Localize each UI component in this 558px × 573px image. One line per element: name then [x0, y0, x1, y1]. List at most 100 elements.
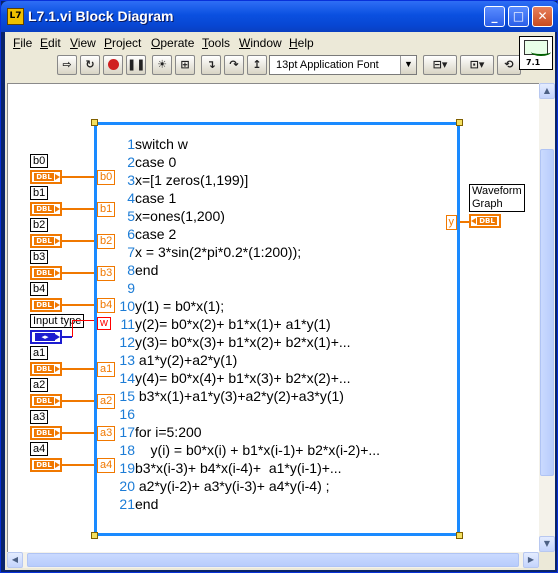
vertical-scrollbar[interactable]: ▲ ▼ [539, 83, 555, 552]
resize-handle[interactable] [91, 119, 98, 126]
pause-icon[interactable]: ❚❚ [126, 55, 146, 75]
menu-bar: File Edit View Project Operate Tools Win… [5, 33, 515, 53]
input-terminal-b0[interactable]: b0 [97, 170, 116, 185]
run-arrow-icon[interactable]: ⇨ [57, 55, 77, 75]
control-label-b0[interactable]: b0 [30, 154, 49, 168]
control-label-b1[interactable]: b1 [30, 186, 49, 200]
horizontal-scrollbar[interactable]: ◀ ▶ [7, 552, 539, 568]
control-input-type[interactable]: ◂▸ [30, 330, 62, 344]
code-line: 7x = 3*sin(2*pi*0.2*(1:200)); [127, 244, 302, 260]
wire[interactable] [62, 272, 94, 274]
control-label-a4[interactable]: a4 [30, 442, 49, 456]
block-diagram-canvas[interactable]: b0 DBL b1 DBL b2 DBL b3 DBL b4 DBL Input… [7, 83, 539, 552]
wire[interactable] [62, 464, 94, 466]
wire[interactable] [72, 320, 73, 337]
control-a1[interactable]: DBL [30, 362, 62, 376]
control-label-b2[interactable]: b2 [30, 218, 49, 232]
input-terminal-a2[interactable]: a2 [97, 394, 116, 409]
menu-tools[interactable]: Tools [202, 36, 230, 50]
abort-icon[interactable] [103, 55, 123, 75]
menu-help[interactable]: Help [289, 36, 314, 50]
input-terminal-b3[interactable]: b3 [97, 266, 116, 281]
menu-window[interactable]: Window [239, 36, 282, 50]
control-b2[interactable]: DBL [30, 234, 62, 248]
size-grip[interactable] [539, 552, 555, 568]
wire[interactable] [62, 304, 94, 306]
title-bar[interactable]: L7 L7.1.vi Block Diagram _ □ ✕ [1, 1, 558, 32]
resize-handle[interactable] [91, 532, 98, 539]
wire[interactable] [62, 176, 94, 178]
input-terminal-a4[interactable]: a4 [97, 458, 116, 473]
code-line: 19b3*x(i-3)+ b4*x(i-4)+ a1*y(i-1)+... [119, 460, 342, 476]
control-label-a3[interactable]: a3 [30, 410, 49, 424]
vi-icon[interactable]: L7 [7, 8, 24, 25]
code-line: 4case 1 [127, 190, 177, 206]
labview-window: L7 L7.1.vi Block Diagram _ □ ✕ File Edit… [0, 0, 558, 573]
retain-wire-values-icon[interactable]: ⊞ [175, 55, 195, 75]
control-b1[interactable]: DBL [30, 202, 62, 216]
reorder-icon[interactable]: ⟲ [497, 55, 521, 75]
wire[interactable] [62, 208, 94, 210]
resize-handle[interactable] [456, 119, 463, 126]
vi-connector-icon[interactable]: 7.1 [519, 36, 553, 70]
step-into-icon[interactable]: ↴ [201, 55, 221, 75]
code-line: 21end [119, 496, 159, 512]
menu-file[interactable]: File [13, 36, 32, 50]
vertical-scroll-thumb[interactable] [540, 149, 554, 476]
code-line: 6case 2 [127, 226, 177, 242]
horizontal-scroll-thumb[interactable] [27, 553, 519, 567]
code-line: 10y(1) = b0*x(1); [119, 298, 225, 314]
scroll-up-button[interactable]: ▲ [539, 83, 555, 99]
step-over-icon[interactable]: ↷ [224, 55, 244, 75]
control-label-a2[interactable]: a2 [30, 378, 49, 392]
step-out-icon[interactable]: ↥ [247, 55, 267, 75]
wire[interactable] [62, 432, 94, 434]
input-terminal-b4[interactable]: b4 [97, 298, 116, 313]
code-line: 16 [119, 406, 135, 422]
wire[interactable] [62, 240, 94, 242]
control-a4[interactable]: DBL [30, 458, 62, 472]
mathscript-node[interactable]: b0 b1 b2 b3 b4 w a1 a2 a3 a4 1switch w 2… [91, 119, 463, 539]
menu-view[interactable]: View [70, 36, 96, 50]
minimize-button[interactable]: _ [484, 6, 505, 27]
control-b0[interactable]: DBL [30, 170, 62, 184]
input-terminal-a3[interactable]: a3 [97, 426, 116, 441]
distribute-objects-icon[interactable]: ⊡▾ [460, 55, 494, 75]
indicator-waveform-graph[interactable]: DBL [469, 214, 501, 228]
close-button[interactable]: ✕ [532, 6, 553, 27]
resize-handle[interactable] [456, 532, 463, 539]
wire[interactable] [62, 368, 94, 370]
input-terminal-a1[interactable]: a1 [97, 362, 116, 377]
input-terminal-w[interactable]: w [97, 317, 111, 330]
font-select[interactable]: 13pt Application Font ▼ [269, 55, 417, 75]
highlight-execution-icon[interactable]: ☀ [152, 55, 172, 75]
control-label-b3[interactable]: b3 [30, 250, 49, 264]
control-label-b4[interactable]: b4 [30, 282, 49, 296]
input-terminal-b1[interactable]: b1 [97, 202, 116, 217]
menu-operate[interactable]: Operate [151, 36, 194, 50]
indicator-label-waveform-graph[interactable]: Waveform Graph [469, 184, 525, 212]
scroll-down-button[interactable]: ▼ [539, 536, 555, 552]
wire[interactable] [62, 336, 72, 338]
vi-icon-number: 7.1 [526, 58, 541, 67]
scroll-left-button[interactable]: ◀ [7, 552, 23, 568]
maximize-button[interactable]: □ [508, 6, 529, 27]
chevron-down-icon[interactable]: ▼ [400, 56, 416, 74]
control-a2[interactable]: DBL [30, 394, 62, 408]
font-select-value: 13pt Application Font [276, 59, 379, 71]
control-label-a1[interactable]: a1 [30, 346, 49, 360]
run-continuously-icon[interactable]: ↻ [80, 55, 100, 75]
align-objects-icon[interactable]: ⊟▾ [423, 55, 457, 75]
mathscript-code[interactable]: 1switch w 2case 0 3x=[1 zeros(1,199)] 4c… [115, 135, 380, 513]
control-label-input-type[interactable]: Input type [30, 314, 85, 328]
scroll-right-button[interactable]: ▶ [523, 552, 539, 568]
wire[interactable] [62, 400, 94, 402]
menu-project[interactable]: Project [104, 36, 141, 50]
wire[interactable] [72, 320, 94, 321]
control-b4[interactable]: DBL [30, 298, 62, 312]
menu-edit[interactable]: Edit [40, 36, 61, 50]
control-a3[interactable]: DBL [30, 426, 62, 440]
input-terminal-b2[interactable]: b2 [97, 234, 116, 249]
control-b3[interactable]: DBL [30, 266, 62, 280]
output-terminal-y[interactable]: y [445, 215, 457, 230]
